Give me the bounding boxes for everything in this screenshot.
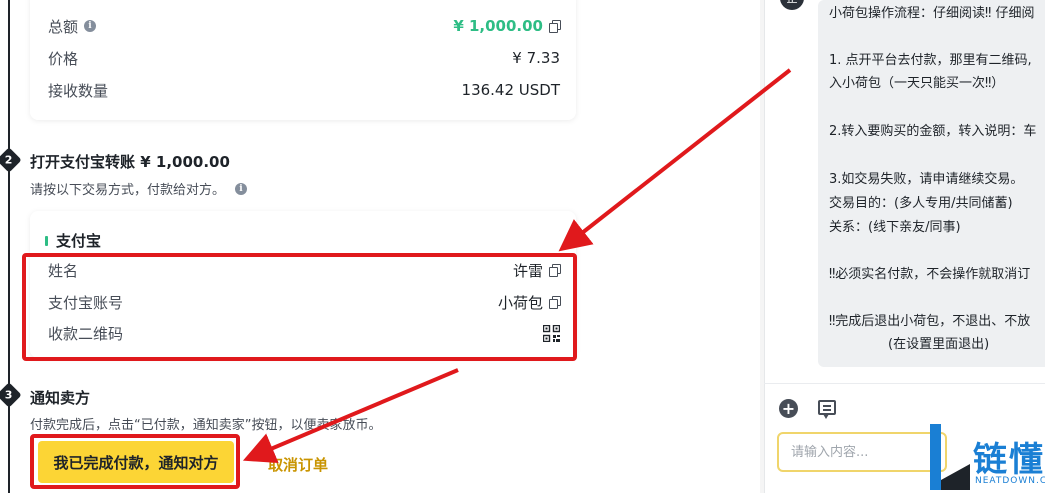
message-line: 2.转入要购买的金额，转入说明：车 xyxy=(829,124,1037,139)
info-icon[interactable]: i xyxy=(235,182,248,195)
brand-logo-icon xyxy=(930,424,970,490)
chat-divider xyxy=(764,383,1045,384)
highlight-box-payee xyxy=(22,253,577,361)
timeline-line xyxy=(8,0,10,493)
cancel-order-link[interactable]: 取消订单 xyxy=(268,454,328,475)
copy-icon[interactable] xyxy=(549,20,561,33)
add-attachment-icon[interactable]: + xyxy=(779,399,798,418)
step-3-title: 通知卖方 xyxy=(30,389,91,407)
step-2-title: 打开支付宝转账 ¥ 1,000.00 xyxy=(30,153,230,171)
step-2-subtitle: 请按以下交易方式，付款给对方。 xyxy=(30,183,226,198)
chat-message-input[interactable] xyxy=(777,432,947,472)
message-line: 小荷包操作流程：仔细阅读‼ 仔细阅 xyxy=(829,6,1035,21)
message-line: 入小荷包（一天只能买一次‼） xyxy=(829,76,1005,91)
message-line: 3.如交易失败，请申请继续交易。 xyxy=(829,172,1024,187)
receive-row: 接收数量 136.42 USDT xyxy=(48,78,560,102)
message-line: ‼完成后退出小荷包，不退出、不放 xyxy=(829,314,1031,329)
total-row: 总额 i ¥ 1,000.00 xyxy=(48,14,561,38)
payment-method-header: 支付宝 xyxy=(45,230,101,251)
quick-reply-icon[interactable] xyxy=(818,400,836,419)
highlight-box-confirm xyxy=(30,434,240,489)
message-line: 交易目的：(多人专用/共同储蓄) xyxy=(829,196,1013,211)
receive-value: 136.42 USDT xyxy=(461,81,560,99)
total-label: 总额 xyxy=(48,17,79,36)
message-line: ‼必须实名付款，不会操作就取消订 xyxy=(829,267,1031,282)
method-name: 支付宝 xyxy=(56,232,102,250)
receive-label: 接收数量 xyxy=(48,81,109,100)
total-value: ¥ 1,000.00 xyxy=(453,17,543,35)
brand-domain: NEATDOWN.COM xyxy=(975,476,1045,486)
message-line: 关系：(线下亲友/同事) xyxy=(829,220,961,235)
info-icon[interactable]: i xyxy=(84,20,97,32)
step-3-subtitle: 付款完成后，点击“已付款，通知卖家”按钮，以便卖家放币。 xyxy=(30,418,382,433)
price-value: ¥ 7.33 xyxy=(512,49,560,67)
price-row: 价格 ¥ 7.33 xyxy=(48,46,560,70)
brand-name: 链懂 xyxy=(973,440,1045,480)
method-indicator xyxy=(45,235,48,246)
price-label: 价格 xyxy=(48,49,79,68)
message-line: 1. 点开平台去付款，那里有二维码, xyxy=(829,53,1032,68)
message-line: (在设置里面退出) xyxy=(888,337,990,352)
